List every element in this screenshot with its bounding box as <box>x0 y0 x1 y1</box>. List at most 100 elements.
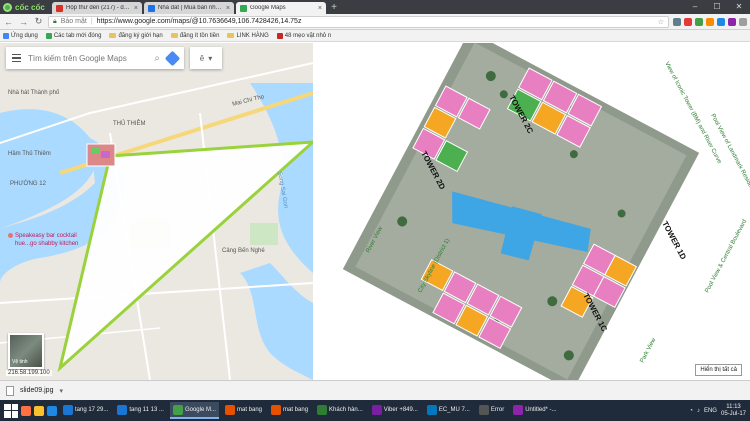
view-label: Pool View & Central Boulevard <box>704 219 748 294</box>
search-input[interactable] <box>28 53 148 63</box>
taskbar-app[interactable]: tang 17 29... <box>60 402 111 419</box>
app-label: mat bang <box>283 406 309 413</box>
taskbar-app[interactable]: Khách hàn... <box>314 402 366 419</box>
download-filename[interactable]: slide09.jpg <box>20 387 53 394</box>
map-label: Nhà hát Thành phố <box>8 90 60 96</box>
app-label: tang 17 29... <box>75 406 109 413</box>
url-text: https://www.google.com/maps/@10.7636649,… <box>96 18 302 25</box>
tab-google-maps[interactable]: Google Maps × <box>236 2 326 14</box>
folder-icon <box>227 33 235 38</box>
file-icon <box>6 385 14 396</box>
extension-icon[interactable] <box>706 17 714 26</box>
extension-icon[interactable] <box>717 17 725 26</box>
omnibox-divider: | <box>90 18 93 25</box>
tab-nhadat[interactable]: Nhà đất | Mua bán nhà đất × <box>144 2 234 14</box>
bookmarks-bar: Ứng dụng Các tab mới đóng đăng ký giới h… <box>0 30 750 42</box>
bookmark-label: đăng ít tồn tiền <box>179 32 220 39</box>
new-tab-button[interactable]: + <box>328 2 340 14</box>
network-icon[interactable]: ◔ <box>689 408 693 414</box>
site-plan-canvas: TOWER 2C TOWER 2D TOWER 1D TOWER 1C Rive… <box>342 43 750 380</box>
view-label: Park View <box>639 337 657 364</box>
volume-icon[interactable]: ♪ <box>697 408 700 414</box>
minimize-icon[interactable]: – <box>684 0 706 14</box>
category-dropdown[interactable]: ê ▾ <box>190 47 222 69</box>
lock-icon: 🔒︎ <box>53 17 57 25</box>
address-bar[interactable]: 🔒︎ Bảo mật | https://www.google.com/maps… <box>48 15 669 28</box>
maximize-icon[interactable]: ☐ <box>706 0 728 14</box>
app-label: Khách hàn... <box>329 406 363 413</box>
browser-brand[interactable]: cốc cốc <box>0 0 52 14</box>
firefox-icon[interactable] <box>21 405 31 416</box>
extension-icons <box>673 17 747 26</box>
poi-text: Speakeasy bar cocktail <box>15 233 77 240</box>
app-label: Google M... <box>184 406 216 413</box>
browser-toolbar: ← → ↻ 🔒︎ Bảo mật | https://www.google.co… <box>0 14 750 30</box>
app-icon <box>224 404 235 415</box>
close-icon[interactable]: × <box>226 5 230 12</box>
directions-icon[interactable] <box>164 50 181 66</box>
system-tray: ◔ ♪ ENG 11:13 05-Jul-17 <box>689 404 746 418</box>
map-view[interactable]: ⌕ ê ▾ Nhà hát Thành phố THỦ THIÊM PHƯỜNG… <box>0 43 313 380</box>
language-indicator[interactable]: ENG <box>704 408 717 414</box>
download-icon[interactable] <box>673 17 681 26</box>
poi-label[interactable]: hue...go shabby kitchen <box>15 241 78 247</box>
taskbar-app[interactable]: Untitled* -... <box>510 402 559 419</box>
windows-start-icon[interactable] <box>4 403 18 418</box>
bookmark-closed-tabs[interactable]: Các tab mới đóng <box>45 32 102 39</box>
tower-label: TOWER 1D <box>660 220 688 262</box>
bookmark-label: đăng ký giới hạn <box>118 32 163 39</box>
clock-date: 05-Jul-17 <box>720 410 746 417</box>
poi-label[interactable]: Speakeasy bar cocktail <box>8 233 77 239</box>
show-all-tooltip[interactable]: Hiển thị tất cả <box>695 364 742 376</box>
reload-icon[interactable]: ↻ <box>33 16 44 27</box>
clock[interactable]: 11:13 05-Jul-17 <box>721 404 746 418</box>
map-label: Cảng Bến Nghé <box>222 248 265 254</box>
bookmark-label: Các tab mới đóng <box>53 32 102 39</box>
forward-icon[interactable]: → <box>18 17 29 27</box>
close-icon[interactable]: × <box>318 5 322 12</box>
windows-taskbar: tang 17 29... tang 11 13 ... Google M...… <box>0 400 750 421</box>
taskbar-app[interactable]: mat bang <box>222 402 265 419</box>
bookmark-folder[interactable]: đăng ít tồn tiền <box>170 32 220 39</box>
hamburger-menu-icon[interactable] <box>12 53 21 63</box>
close-window-icon[interactable]: ✕ <box>728 0 750 14</box>
bookmark-link[interactable]: 48 mẹo vặt nhỏ n <box>276 32 331 39</box>
bookmark-folder[interactable]: LINK HÀNG <box>227 33 269 39</box>
search-icon[interactable]: ⌕ <box>154 53 160 64</box>
back-icon[interactable]: ← <box>3 17 14 27</box>
tab-gmail[interactable]: Hộp thư đến (217) - ducp × <box>52 2 142 14</box>
satellite-toggle[interactable]: Vệ tinh <box>8 333 44 369</box>
view-label: Pool View of Landmark Residences (Level … <box>709 113 750 221</box>
taskbar-app[interactable]: Viber +849... <box>369 402 421 419</box>
taskbar-app[interactable]: Error <box>476 402 507 419</box>
app-label: Viber +849... <box>383 406 418 413</box>
download-bar: slide09.jpg ▾ <box>0 380 750 400</box>
extension-icon[interactable] <box>728 17 736 26</box>
ie-icon[interactable] <box>47 405 57 416</box>
bookmark-folder[interactable]: đăng ký giới hạn <box>109 32 163 39</box>
close-icon[interactable]: × <box>134 5 138 12</box>
gmail-favicon-icon <box>56 4 63 12</box>
bookmark-apps[interactable]: Ứng dụng <box>3 32 38 39</box>
taskbar-app[interactable]: mat bang <box>268 402 311 419</box>
app-icon <box>513 404 524 415</box>
taskbar-app[interactable]: EC_MU 7... <box>424 402 473 419</box>
taskbar-app-active[interactable]: Google M... <box>169 402 219 419</box>
status-coordinates: 216.58.199.100 <box>6 370 52 376</box>
menu-icon[interactable] <box>739 17 747 26</box>
tab-title: Nhà đất | Mua bán nhà đất <box>158 5 223 11</box>
search-box: ⌕ <box>6 47 184 69</box>
explorer-icon[interactable] <box>34 405 44 416</box>
app-icon <box>371 404 382 415</box>
tab-title: Google Maps <box>250 5 286 11</box>
chevron-down-icon[interactable]: ▾ <box>59 387 63 395</box>
satellite-label: Vệ tinh <box>12 359 28 365</box>
map-label: Hầm Thủ Thiêm <box>8 151 51 157</box>
screen: cốc cốc Hộp thư đến (217) - ducp × Nhà đ… <box>0 0 750 421</box>
secure-label: Bảo mật <box>60 18 87 25</box>
extension-icon[interactable] <box>684 17 692 26</box>
star-icon[interactable]: ☆ <box>658 18 664 26</box>
extension-icon[interactable] <box>695 17 703 26</box>
chevron-down-icon: ▾ <box>208 53 213 63</box>
taskbar-app[interactable]: tang 11 13 ... <box>114 402 167 419</box>
